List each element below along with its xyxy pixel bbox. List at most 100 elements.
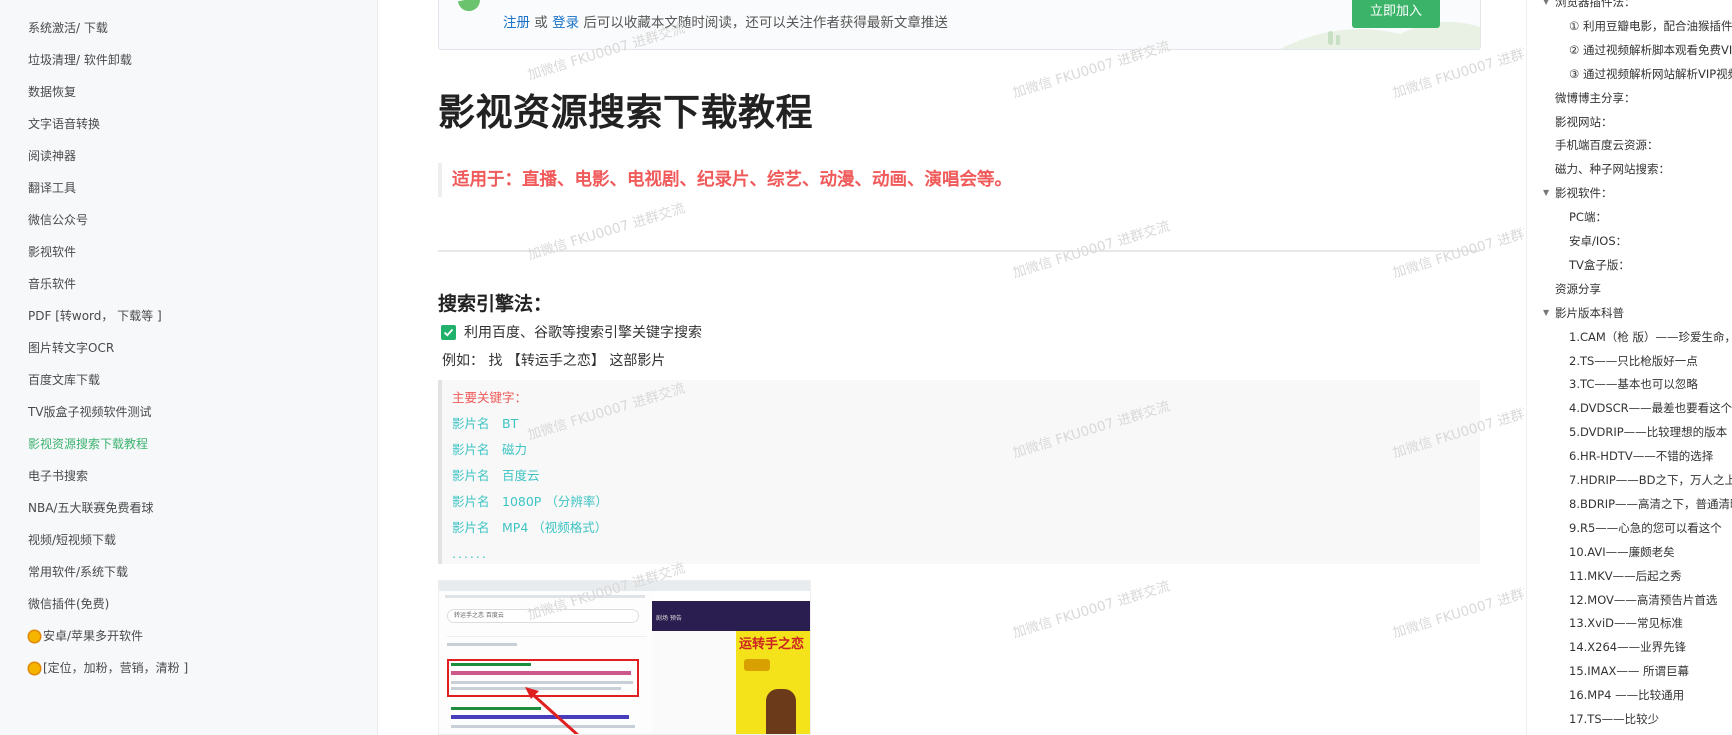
screenshot-movie-page: 剧场 预告 运转手之恋 xyxy=(652,581,810,734)
toc-item[interactable]: 浏览器插件法： xyxy=(1555,0,1636,10)
toc-item[interactable]: 2.TS——只比枪版好一点 xyxy=(1569,353,1698,369)
toc-collapse-caret-icon[interactable]: ▼ xyxy=(1543,188,1549,197)
checklist-item-label: 利用百度、谷歌等搜索引擎关键字搜索 xyxy=(464,325,702,341)
toc-item[interactable]: ① 利用豆瓣电影，配合油猴插件 xyxy=(1569,18,1732,34)
toc-collapse-caret-icon[interactable]: ▼ xyxy=(1543,0,1549,6)
watermark-text: 加微信 FKU0007 进群交流 xyxy=(1010,218,1172,282)
join-now-button[interactable]: 立即加入 xyxy=(1352,0,1440,28)
keyword-heading: 主要关键字： xyxy=(452,390,528,405)
toc-item[interactable]: 微博博主分享： xyxy=(1555,90,1636,106)
toc-item[interactable]: 8.BDRIP——高清之下，普通清晰度之上 xyxy=(1569,496,1732,512)
poster-figure-image xyxy=(766,689,796,734)
toc-item[interactable]: ② 通过视频解析脚本观看免费VIP xyxy=(1569,42,1732,58)
toc-item[interactable]: 13.XviD——常见标准 xyxy=(1569,615,1683,631)
keyword-term: 1080P （分辨率） xyxy=(502,494,608,509)
sidebar-item[interactable]: TV版盒子视频软件测试 xyxy=(0,396,377,428)
keyword-movie-name: 影片名 xyxy=(452,416,490,431)
sidebar-item-label: 系统激活/ 下载 xyxy=(28,21,108,35)
toc-item[interactable]: 17.TS——比较少 xyxy=(1569,711,1659,727)
toc-item[interactable]: 资源分享 xyxy=(1555,281,1601,297)
sidebar-item[interactable]: PDF [转word， 下载等 ] xyxy=(0,300,377,332)
sidebar-item[interactable]: 影视软件 xyxy=(0,236,377,268)
sidebar-item[interactable]: 文字语音转换 xyxy=(0,108,377,140)
register-link[interactable]: 注册 xyxy=(503,15,530,31)
screenshot-movie-sidebar xyxy=(652,631,736,734)
toc-item[interactable]: PC端： xyxy=(1569,209,1607,225)
sidebar-item-label: 音乐软件 xyxy=(28,277,77,291)
toc-item[interactable]: 3.TC——基本也可以忽略 xyxy=(1569,376,1698,392)
left-sidebar: 系统激活/ 下载垃圾清理/ 软件卸载数据恢复文字语音转换 阅读神器 翻译工具微信公众… xyxy=(0,0,378,735)
watermark-text: 加微信 FKU0007 进群交流 xyxy=(1010,578,1172,642)
toc-item[interactable]: 7.HDRIP——BD之下，万人之上 xyxy=(1569,472,1732,488)
toc-item[interactable]: 11.MKV——后起之秀 xyxy=(1569,568,1682,584)
sidebar-item[interactable]: 电子书搜索 xyxy=(0,460,377,492)
sidebar-item[interactable]: 垃圾清理/ 软件卸载 xyxy=(0,44,377,76)
toc-item[interactable]: TV盒子版： xyxy=(1569,257,1630,273)
keyword-row: 影片名 磁力 xyxy=(452,437,1480,463)
sidebar-item[interactable]: 影视资源搜索下载教程 xyxy=(0,428,377,460)
sun-emoji-icon xyxy=(28,630,41,643)
toc-item[interactable]: 手机端百度云资源： xyxy=(1555,137,1659,153)
keyword-row: 影片名 百度云 xyxy=(452,463,1480,489)
login-link[interactable]: 登录 xyxy=(552,15,579,31)
keyword-movie-name: 影片名 xyxy=(452,494,490,509)
sidebar-item[interactable]: NBA/五大联赛免费看球 xyxy=(0,492,377,524)
sidebar-list: 系统激活/ 下载垃圾清理/ 软件卸载数据恢复文字语音转换 阅读神器 翻译工具微信公众… xyxy=(0,0,377,684)
toc-item[interactable]: 4.DVDSCR——最差也要看这个版本 xyxy=(1569,400,1732,416)
sidebar-item-label: 常用软件/系统下载 xyxy=(28,565,129,579)
sidebar-item-label: 微信公众号 xyxy=(28,213,89,227)
sidebar-item-label: TV版盒子视频软件测试 xyxy=(28,405,152,419)
toc-item[interactable]: 10.AVI——廉颇老矣 xyxy=(1569,544,1675,560)
toc-item[interactable]: 9.R5——心急的您可以看这个 xyxy=(1569,520,1722,536)
toc-item[interactable]: 6.HR-HDTV——不错的选择 xyxy=(1569,448,1713,464)
toc-item[interactable]: ③ 通过视频解析网站解析VIP视频 xyxy=(1569,66,1732,82)
keyword-term: MP4 （视频格式） xyxy=(502,520,608,535)
toc-item[interactable]: 5.DVDRIP——比较理想的版本 xyxy=(1569,424,1727,440)
toc-item[interactable]: 16.MP4 ——比较通用 xyxy=(1569,687,1684,703)
watermark-text: 加微信 FKU0007 进群交流 xyxy=(1390,218,1524,282)
sidebar-item[interactable]: 音乐软件 xyxy=(0,268,377,300)
sidebar-item[interactable]: 常用软件/系统下载 xyxy=(0,556,377,588)
sidebar-item-label: 数据恢复 xyxy=(28,85,77,99)
watermark-text: 加微信 FKU0007 进群交流 xyxy=(525,200,687,264)
toc-item[interactable]: 磁力、种子网站搜索： xyxy=(1555,161,1670,177)
login-prompt-banner: 注册 或 登录 后可以收藏本文随时阅读，还可以关注作者获得最新文章推送 立即加入 xyxy=(438,0,1481,50)
keyword-row: 影片名 BT xyxy=(452,411,1480,437)
keyword-term: 磁力 xyxy=(502,442,528,457)
sidebar-item[interactable]: 视频/短视频下载 xyxy=(0,524,377,556)
toc-item[interactable]: 影视网站： xyxy=(1555,114,1613,130)
keyword-term: 百度云 xyxy=(502,468,540,483)
checklist-item: 利用百度、谷歌等搜索引擎关键字搜索 xyxy=(441,322,702,342)
sidebar-item[interactable]: [定位，加粉，营销，清粉 ] xyxy=(0,652,377,684)
sidebar-item-label: 微信插件(免费) xyxy=(28,597,110,611)
sidebar-item[interactable]: 数据恢复 xyxy=(0,76,377,108)
applies-to-callout: 适用于：直播、电影、电视剧、纪录片、综艺、动漫、动画、演唱会等。 xyxy=(438,163,1012,197)
keyword-ellipsis: ...... xyxy=(452,546,488,561)
sidebar-item[interactable]: 微信公众号 xyxy=(0,204,377,236)
toc-item[interactable]: 1.CAM（枪 版）——珍爱生命，远离枪版 xyxy=(1569,329,1732,345)
sidebar-item-label: 影视软件 xyxy=(28,245,77,259)
poster-title: 运转手之恋 xyxy=(739,637,805,652)
sidebar-item[interactable]: 百度文库下载 xyxy=(0,364,377,396)
sidebar-item[interactable]: 阅读神器 xyxy=(0,140,377,172)
sidebar-item[interactable]: 系统激活/ 下载 xyxy=(0,12,377,44)
toc-item[interactable]: 安卓/IOS： xyxy=(1569,233,1627,249)
sidebar-item[interactable]: 翻译工具 xyxy=(0,172,377,204)
toc-item[interactable]: 15.IMAX—— 所谓巨幕 xyxy=(1569,663,1689,679)
checkbox-checked-icon[interactable] xyxy=(441,324,456,340)
sidebar-item-label: 影视资源搜索下载教程 xyxy=(28,437,149,451)
toc-item[interactable]: 12.MOV——高清预告片首选 xyxy=(1569,592,1717,608)
sidebar-item-label: 图片转文字OCR xyxy=(28,341,115,355)
sidebar-item[interactable]: 安卓/苹果多开软件 xyxy=(0,620,377,652)
poster-car-image xyxy=(744,659,770,671)
movie-poster-image: 运转手之恋 xyxy=(736,631,810,734)
toc-item[interactable]: 影视软件： xyxy=(1555,185,1613,201)
keyword-term: BT xyxy=(502,416,519,431)
sidebar-item[interactable]: 微信插件(免费) xyxy=(0,588,377,620)
toc-collapse-caret-icon[interactable]: ▼ xyxy=(1543,308,1549,317)
toc-item[interactable]: 14.X264——业界先锋 xyxy=(1569,639,1686,655)
sidebar-item[interactable]: 图片转文字OCR xyxy=(0,332,377,364)
sidebar-item-label: 视频/短视频下载 xyxy=(28,533,117,547)
section-divider xyxy=(438,250,1480,252)
toc-item[interactable]: 影片版本科普 xyxy=(1555,305,1624,321)
